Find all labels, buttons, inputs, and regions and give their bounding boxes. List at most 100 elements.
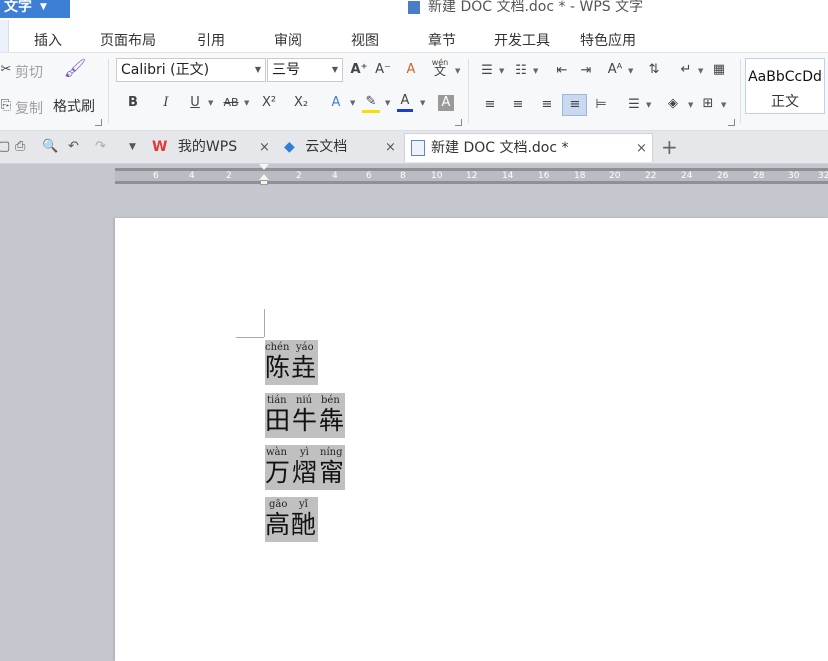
redo-icon[interactable]: ↷ <box>95 139 106 154</box>
text-effect-icon[interactable]: A <box>328 95 344 111</box>
phonetic-entry[interactable]: wàn yì níng 万 熠 甯 <box>265 445 345 490</box>
indent-marker[interactable] <box>259 164 269 186</box>
clear-format-icon[interactable]: A <box>402 62 420 78</box>
clipboard-launcher-icon[interactable] <box>95 119 102 126</box>
tab-review[interactable]: 审阅 <box>274 30 302 50</box>
cut-button[interactable]: 剪切 <box>15 62 43 82</box>
bullet-list-icon[interactable]: ☰ <box>479 63 495 79</box>
tab-page-layout[interactable]: 页面布局 <box>100 30 156 50</box>
close-icon[interactable]: × <box>385 133 396 162</box>
align-left-icon[interactable]: ≡ <box>482 97 498 113</box>
phonetic-entry[interactable]: tián niú bén 田 牛 犇 <box>265 393 345 438</box>
phonetic-guide-button[interactable]: wén 文 <box>431 58 449 77</box>
table-icon[interactable]: ▦ <box>711 62 727 78</box>
font-size-select[interactable]: 三号 ▼ <box>267 58 343 82</box>
style-normal[interactable]: AaBbCcDd 正文 <box>745 58 825 114</box>
bold-icon[interactable]: B <box>125 95 141 111</box>
decrease-indent-icon[interactable]: ⇤ <box>554 63 570 79</box>
chevron-down-icon[interactable]: ▼ <box>350 99 355 107</box>
chevron-down-icon[interactable]: ▼ <box>499 67 504 75</box>
pinyin: yáo <box>296 342 314 353</box>
change-case-icon[interactable]: Aᴬ <box>606 62 624 78</box>
highlight-icon[interactable]: ✎ <box>362 94 380 113</box>
tab-start[interactable] <box>0 20 9 52</box>
chevron-down-icon[interactable]: ▼ <box>244 99 249 107</box>
paragraph-launcher-icon[interactable] <box>728 119 735 126</box>
phonetic-entry[interactable]: chén yáo 陈 垚 <box>265 340 318 385</box>
chevron-down-icon[interactable]: ▼ <box>628 67 633 75</box>
chevron-down-icon[interactable]: ▼ <box>721 101 726 109</box>
tab-insert[interactable]: 插入 <box>34 30 62 50</box>
app-menu-button[interactable]: 文字 ▼ <box>0 0 70 18</box>
chevron-down-icon[interactable]: ▼ <box>385 99 390 107</box>
print-preview-icon[interactable]: 🔍 <box>42 139 58 154</box>
chevron-down-icon[interactable]: ▼ <box>533 67 538 75</box>
font-size-value: 三号 <box>272 62 300 78</box>
justify-button[interactable]: ≡ <box>562 94 587 116</box>
align-right-icon[interactable]: ≡ <box>539 97 555 113</box>
doc-file-icon <box>411 140 425 156</box>
show-paragraph-marks-icon[interactable]: ↵ <box>678 62 694 78</box>
chevron-down-icon[interactable]: ▼ <box>698 67 703 75</box>
ruler-label: 16 <box>538 171 550 181</box>
close-icon[interactable]: × <box>636 134 647 163</box>
format-painter-icon[interactable]: 🖌 <box>63 60 87 78</box>
first-line-indent-icon <box>259 164 269 170</box>
phonetic-entry[interactable]: gāo yǐ 高 酏 <box>265 497 318 542</box>
tab-references[interactable]: 引用 <box>197 30 225 50</box>
close-icon[interactable]: × <box>259 133 270 162</box>
character-shading-icon[interactable]: A <box>438 95 454 111</box>
chevron-down-icon[interactable]: ▼ <box>646 101 651 109</box>
pinyin: tián <box>267 395 287 406</box>
ruler-label: 4 <box>189 171 195 181</box>
shrink-font-icon[interactable]: A⁻ <box>374 62 392 78</box>
left-indent-icon <box>260 180 268 185</box>
italic-icon[interactable]: I <box>158 95 174 111</box>
font-family-value: Calibri (正文) <box>121 62 210 78</box>
tab-my-wps[interactable]: W 我的WPS × <box>152 133 276 162</box>
tab-developer[interactable]: 开发工具 <box>494 30 550 50</box>
align-center-icon[interactable]: ≡ <box>510 97 526 113</box>
tab-special-apps[interactable]: 特色应用 <box>580 30 636 50</box>
shading-bucket-icon[interactable]: ◈ <box>664 96 682 112</box>
tab-view[interactable]: 视图 <box>351 30 379 50</box>
scissors-icon: ✂ <box>0 62 12 77</box>
font-family-select[interactable]: Calibri (正文) ▼ <box>116 58 266 82</box>
chevron-down-icon[interactable]: ▼ <box>208 99 213 107</box>
underline-icon[interactable]: U <box>187 95 203 111</box>
font-color-icon[interactable]: A <box>397 93 413 112</box>
horizontal-ruler[interactable]: 6 4 2 2 4 6 8 10 12 14 16 18 20 22 24 26… <box>115 168 828 184</box>
font-launcher-icon[interactable] <box>455 119 462 126</box>
grow-font-icon[interactable]: A⁺ <box>350 62 368 78</box>
chevron-down-icon[interactable]: ▼ <box>688 101 693 109</box>
hanzi: 万 <box>265 458 291 487</box>
line-spacing-icon[interactable]: ☰ <box>626 97 642 113</box>
increase-indent-icon[interactable]: ⇥ <box>578 63 594 79</box>
distributed-align-icon[interactable]: ⊨ <box>592 97 610 113</box>
preview-icon[interactable]: ▢ <box>0 139 10 154</box>
strikethrough-icon[interactable]: AB <box>221 95 241 111</box>
sort-icon[interactable]: ⇅ <box>646 62 662 78</box>
window-title-text: 新建 DOC 文档.doc * - WPS 文字 <box>428 0 644 15</box>
superscript-icon[interactable]: X² <box>260 95 278 111</box>
ruler-label: 32 <box>818 171 828 181</box>
chevron-down-icon[interactable]: ▼ <box>420 99 425 107</box>
numbered-list-icon[interactable]: ☷ <box>513 63 529 79</box>
print-icon[interactable]: ⎙ <box>15 139 25 154</box>
copy-button[interactable]: 复制 <box>15 98 43 118</box>
tab-current-document[interactable]: 新建 DOC 文档.doc * × <box>404 133 653 162</box>
ruler-label: 26 <box>717 171 729 181</box>
tab-cloud-docs[interactable]: ◆ 云文档 × <box>284 133 400 162</box>
ruler-label: 12 <box>466 171 478 181</box>
chevron-down-icon[interactable]: ▼ <box>455 67 460 75</box>
new-tab-button[interactable]: + <box>661 135 678 159</box>
ruler-label: 14 <box>502 171 514 181</box>
borders-icon[interactable]: ⊞ <box>700 96 716 112</box>
subscript-icon[interactable]: X₂ <box>292 95 310 111</box>
undo-icon[interactable]: ↶ <box>68 139 79 154</box>
chevron-down-icon[interactable]: ▼ <box>129 142 136 152</box>
tab-chapter[interactable]: 章节 <box>428 30 456 50</box>
format-painter-button[interactable]: 格式刷 <box>53 96 95 116</box>
document-page[interactable]: chén yáo 陈 垚 tián niú bén 田 牛 犇 wàn yì n… <box>115 218 828 661</box>
divider <box>740 59 741 123</box>
